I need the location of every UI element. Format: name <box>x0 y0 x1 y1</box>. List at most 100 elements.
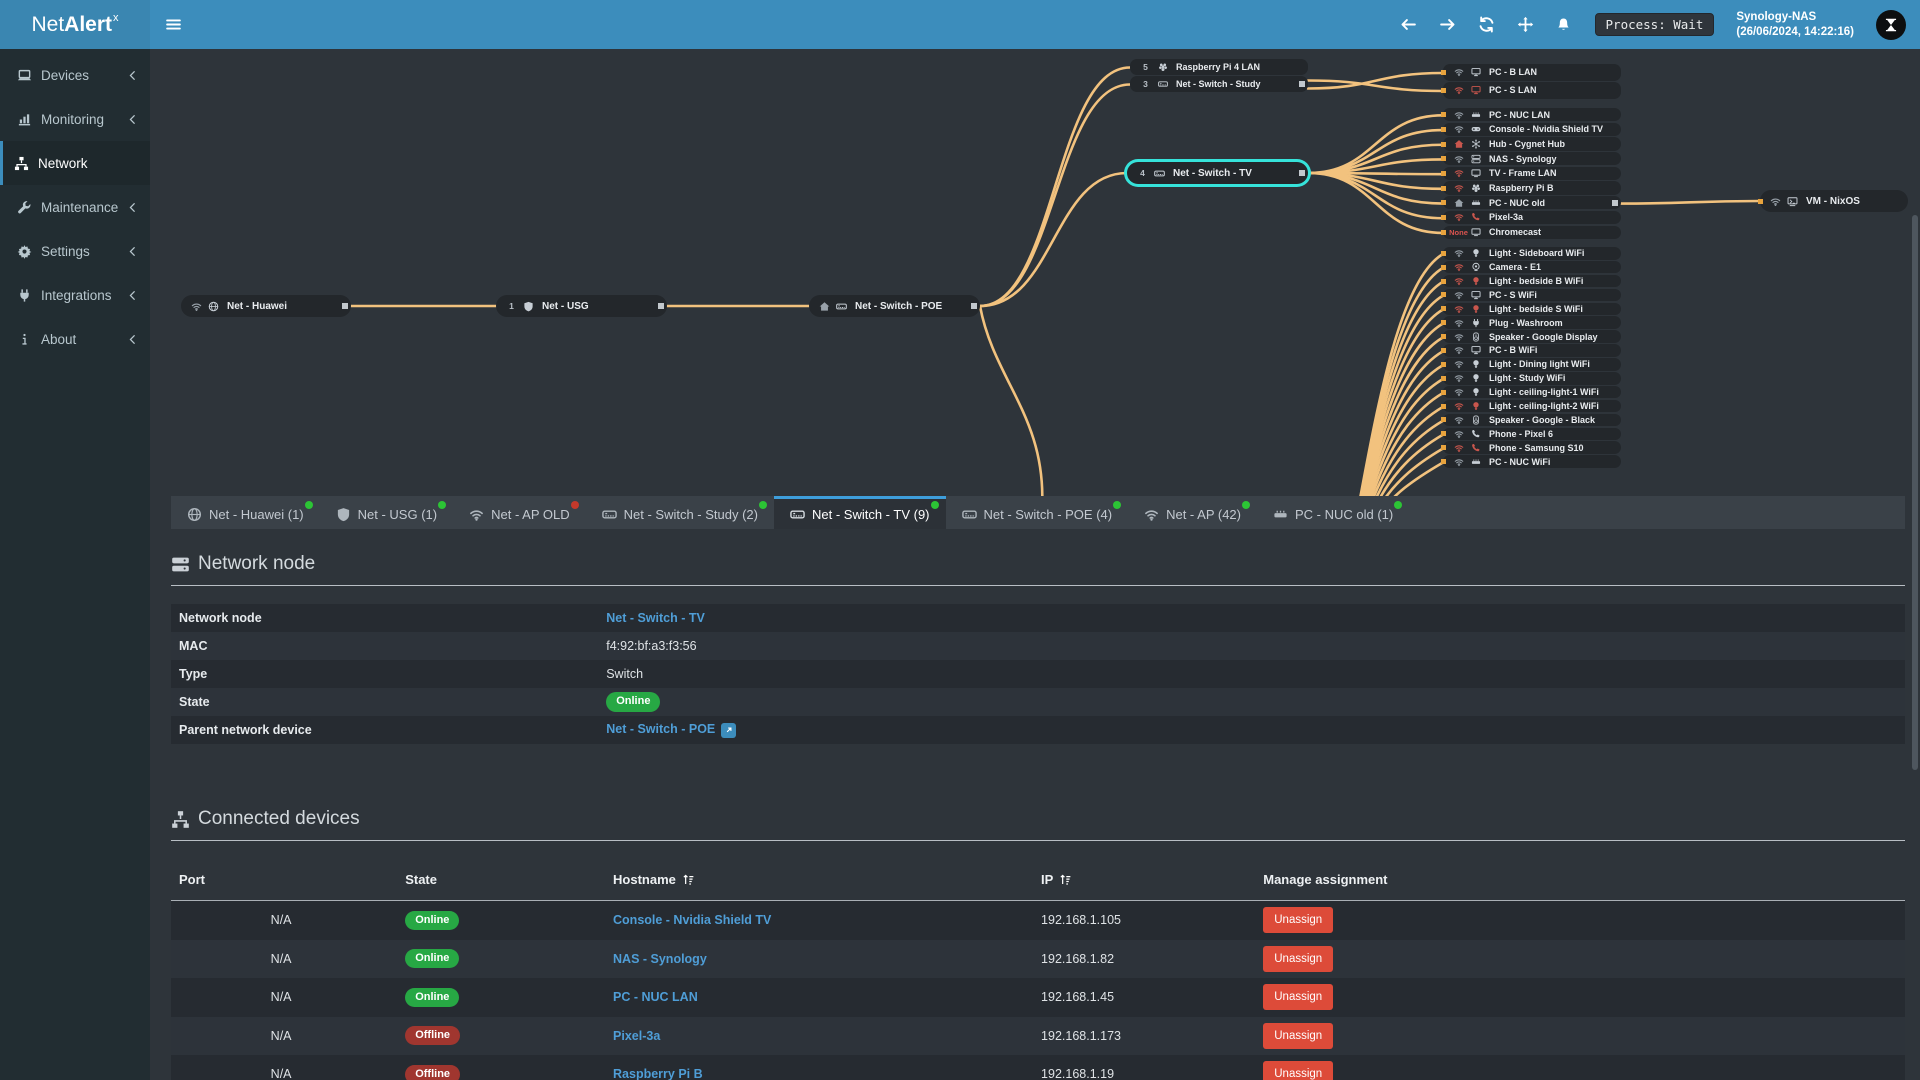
avatar[interactable] <box>1876 9 1906 40</box>
sidebar-item-about[interactable]: About <box>0 317 150 361</box>
tab-net-switch-tv-9[interactable]: Net - Switch - TV (9) <box>774 496 946 529</box>
node-row-slot1 <box>1450 359 1467 369</box>
node-row-slot1 <box>1450 429 1467 439</box>
node-chromecast[interactable]: None Chromecast <box>1441 225 1621 239</box>
node-light-bedside-s-wifi[interactable]: Light - bedside S WiFi <box>1441 302 1621 316</box>
app-logo[interactable]: Net Alert x <box>0 0 150 49</box>
column-header-hostname[interactable]: Hostname <box>601 872 1031 887</box>
node-net-switch-poe[interactable]: Net - Switch - POE <box>809 295 980 317</box>
cell-port: N/A <box>270 990 292 1005</box>
node-speaker-google-display[interactable]: Speaker - Google Display <box>1441 330 1621 343</box>
unassign-button[interactable]: Unassign <box>1263 1061 1334 1080</box>
column-header-ip[interactable]: IP <box>1031 872 1251 887</box>
node-light-study-wifi[interactable]: Light - Study WiFi <box>1441 372 1621 385</box>
node-light-ceiling-light-2-wifi[interactable]: Light - ceiling-light-2 WiFi <box>1441 399 1621 413</box>
node-pc-nuc-old[interactable]: PC - NUC old <box>1441 196 1621 210</box>
cell-ip: 192.168.1.19 <box>1041 1067 1115 1080</box>
node-row-slot2 <box>1467 262 1484 272</box>
tab-net-huawei-1[interactable]: Net - Huawei (1) <box>171 496 320 529</box>
node-hub-cygnet-hub[interactable]: Hub - Cygnet Hub <box>1441 137 1621 151</box>
node-phone-pixel-6[interactable]: Phone - Pixel 6 <box>1441 427 1621 441</box>
diagram-node-lan_top: PC - B LAN PC - S LAN <box>1441 64 1621 99</box>
node-pc-s-wifi[interactable]: PC - S WiFi <box>1441 288 1621 302</box>
node-light-bedside-b-wifi[interactable]: Light - bedside B WiFi <box>1441 274 1621 288</box>
left-connector <box>1441 459 1446 465</box>
move-button[interactable] <box>1517 16 1534 33</box>
sidebar-item-devices[interactable]: Devices <box>0 53 150 97</box>
node-row-slot1 <box>1450 332 1467 342</box>
node-net-huawei[interactable]: Net - Huawei <box>181 295 351 317</box>
field-link-net-switch-poe[interactable]: Net - Switch - POE <box>606 722 715 736</box>
node-phone-samsung-s10[interactable]: Phone - Samsung S10 <box>1441 441 1621 454</box>
field-link-net-switch-tv[interactable]: Net - Switch - TV <box>606 611 705 625</box>
sidebar-item-maintenance[interactable]: Maintenance <box>0 185 150 229</box>
sidebar-item-settings[interactable]: Settings <box>0 229 150 273</box>
tab-label: Net - Switch - POE (4) <box>983 506 1113 522</box>
external-link-button[interactable] <box>721 723 737 738</box>
devices-table: Port State Hostname IP Manage assignment N/A… <box>171 859 1905 1080</box>
switch-icon <box>602 507 617 522</box>
tab-pc-nuc-old-1[interactable]: PC - NUC old (1) <box>1257 496 1409 529</box>
node-pc-b-lan[interactable]: PC - B LAN <box>1441 64 1621 81</box>
nic-icon <box>1471 457 1481 467</box>
back-button[interactable] <box>1400 16 1417 33</box>
wifi-icon <box>1454 304 1464 314</box>
desktop-icon <box>1471 290 1481 300</box>
node-pc-s-lan[interactable]: PC - S LAN <box>1441 81 1621 99</box>
node-vm-nixos[interactable]: VM - NixOS <box>1758 190 1908 212</box>
tab-net-ap-42[interactable]: Net - AP (42) <box>1128 496 1257 529</box>
unassign-button[interactable]: Unassign <box>1263 907 1334 934</box>
hostname-link[interactable]: NAS - Synology <box>613 952 707 966</box>
right-connector <box>1612 199 1618 206</box>
node-row-slot2 <box>1467 345 1484 355</box>
node-net-usg[interactable]: 1 Net - USG <box>496 295 667 317</box>
hostname-link[interactable]: Raspberry Pi B <box>613 1067 703 1080</box>
node-row-slot1 <box>1450 85 1467 95</box>
sidebar-item-monitoring[interactable]: Monitoring <box>0 97 150 141</box>
tab-net-usg-1[interactable]: Net - USG (1) <box>320 496 453 529</box>
node-pixel-3a[interactable]: Pixel-3a <box>1441 210 1621 225</box>
state-badge: Offline <box>405 1064 461 1080</box>
node-speaker-google-black[interactable]: Speaker - Google - Black <box>1441 413 1621 427</box>
node-row-slot1: 4 <box>1134 168 1151 178</box>
hostname-link[interactable]: Console - Nvidia Shield TV <box>613 913 771 927</box>
tab-net-switch-study-2[interactable]: Net - Switch - Study (2) <box>586 496 774 529</box>
node-light-ceiling-light-1-wifi[interactable]: Light - ceiling-light-1 WiFi <box>1441 385 1621 399</box>
sidebar-toggle-button[interactable] <box>165 0 182 49</box>
left-connector <box>1441 264 1446 270</box>
node-light-dining-light-wifi[interactable]: Light - Dining light WiFi <box>1441 358 1621 371</box>
notifications-button[interactable] <box>1556 17 1571 32</box>
arrow-right-icon <box>1439 16 1456 33</box>
hostname-link[interactable]: PC - NUC LAN <box>613 990 698 1004</box>
column-header-label: IP <box>1041 872 1054 887</box>
refresh-button[interactable] <box>1478 16 1495 33</box>
unassign-button[interactable]: Unassign <box>1263 945 1334 972</box>
node-console-nvidia-shield-tv[interactable]: Console - Nvidia Shield TV <box>1441 122 1621 136</box>
sidebar-item-network[interactable]: Network <box>0 141 150 185</box>
wifi-icon <box>1454 415 1464 425</box>
hostname-link[interactable]: Pixel-3a <box>613 1029 660 1043</box>
node-net-switch-tv[interactable]: 4 Net - Switch - TV <box>1127 162 1308 184</box>
node-pc-b-wifi[interactable]: PC - B WiFi <box>1441 344 1621 357</box>
node-pc-nuc-lan[interactable]: PC - NUC LAN <box>1441 108 1621 122</box>
unassign-button[interactable]: Unassign <box>1263 1022 1334 1049</box>
hub-icon <box>1471 139 1481 149</box>
netalertx-app: { "app": {"name_light": "Net", "name_bol… <box>0 0 1920 1080</box>
node-light-sideboard-wifi[interactable]: Light - Sideboard WiFi <box>1441 247 1621 260</box>
field-label: State <box>179 695 210 709</box>
unassign-button[interactable]: Unassign <box>1263 984 1334 1011</box>
node-raspberry-pi-b[interactable]: Raspberry Pi B <box>1441 181 1621 195</box>
node-camera-e1[interactable]: Camera - E1 <box>1441 260 1621 274</box>
node-pc-nuc-wifi[interactable]: PC - NUC WiFi <box>1441 455 1621 468</box>
tab-net-ap-old[interactable]: Net - AP OLD <box>453 496 586 529</box>
node-tv-frame-lan[interactable]: TV - Frame LAN <box>1441 166 1621 181</box>
node-plug-washroom[interactable]: Plug - Washroom <box>1441 316 1621 329</box>
tab-net-switch-poe-4[interactable]: Net - Switch - POE (4) <box>946 496 1129 529</box>
forward-button[interactable] <box>1439 16 1456 33</box>
node-label: PC - S LAN <box>1489 85 1537 96</box>
scrollbar-thumb[interactable] <box>1912 215 1918 770</box>
node-net-switch-study[interactable]: 3 Net - Switch - Study <box>1130 75 1308 92</box>
node-raspberry-pi-4-lan[interactable]: 5 Raspberry Pi 4 LAN <box>1130 59 1308 75</box>
node-nas-synology[interactable]: NAS - Synology <box>1441 152 1621 166</box>
sidebar-item-integrations[interactable]: Integrations <box>0 273 150 317</box>
